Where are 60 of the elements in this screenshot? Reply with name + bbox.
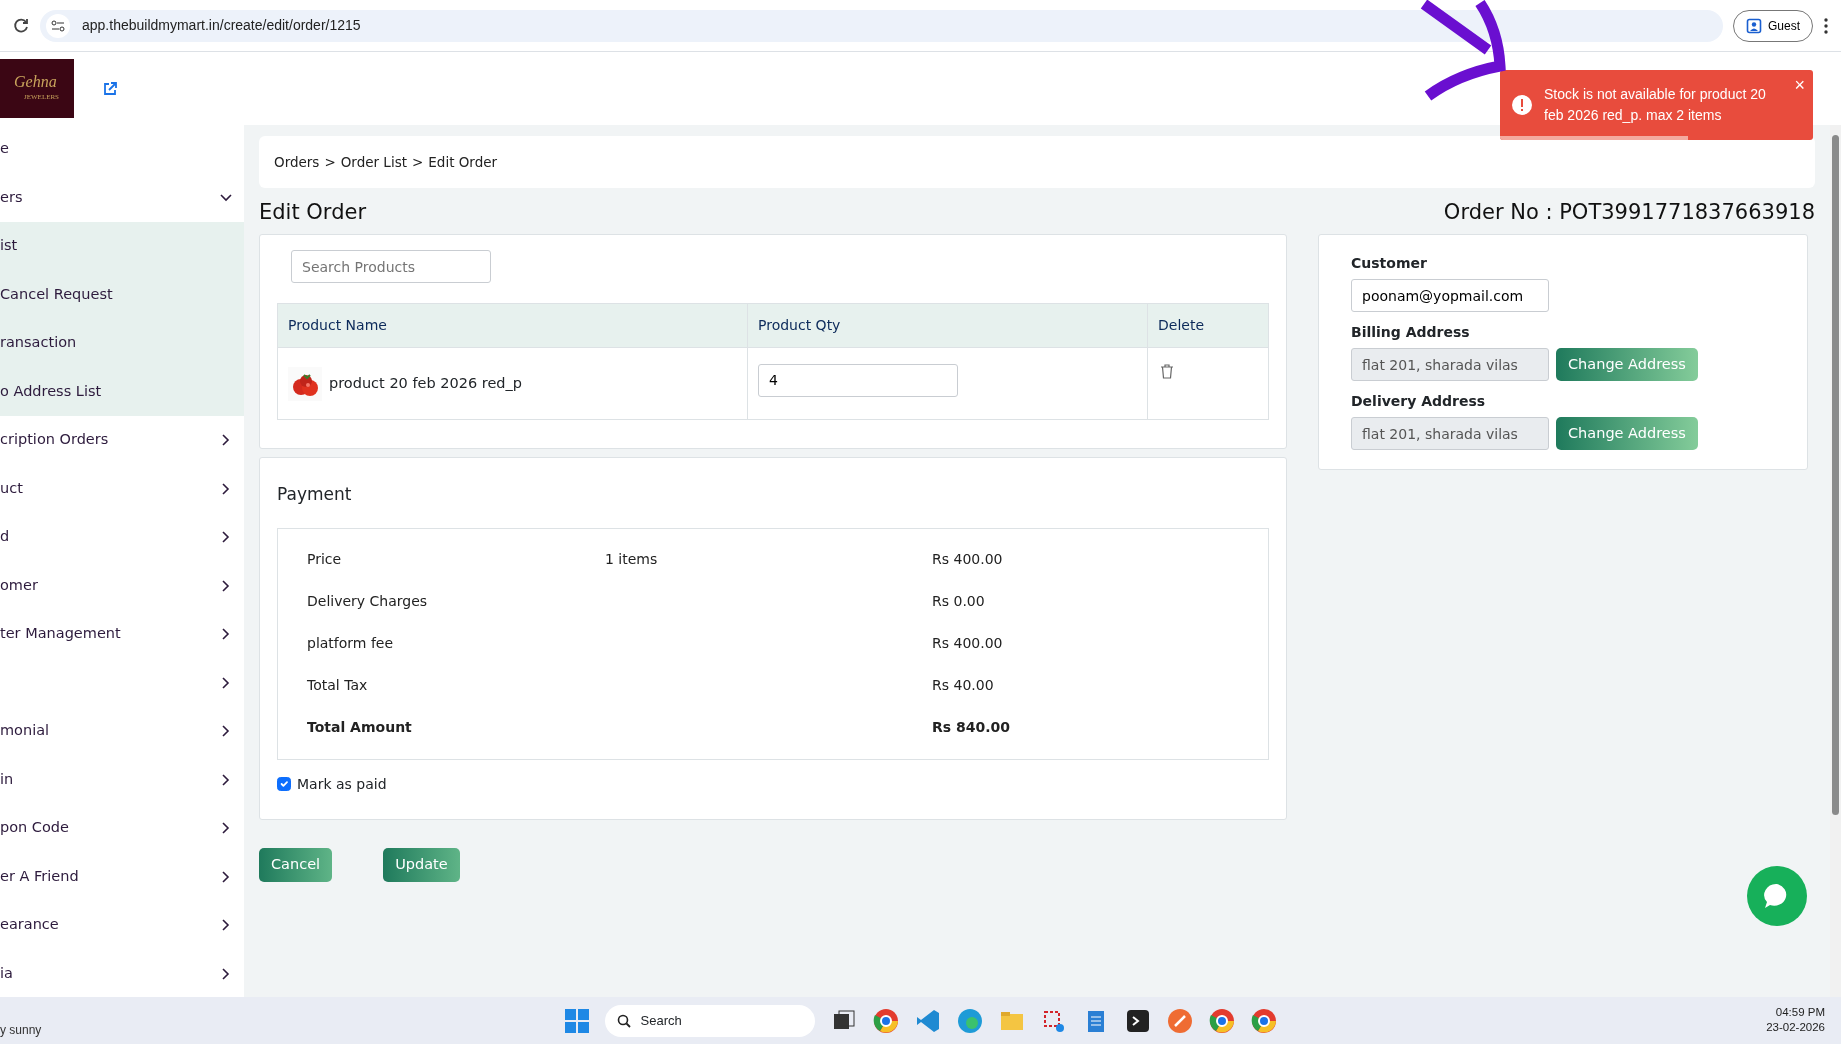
address-bar-url[interactable]: app.thebuildmymart.in/create/edit/order/1215	[82, 15, 361, 36]
payment-amount: Rs 0.00	[932, 592, 985, 611]
quantity-field[interactable]: 4	[758, 363, 958, 397]
clock-date: 23-02-2026	[1766, 1020, 1825, 1035]
order-number: Order No : POT3991771837663918	[1443, 198, 1815, 226]
weather-text: y sunny	[0, 1022, 42, 1039]
field-label: Billing Address	[1351, 323, 1471, 342]
column-header: Product Name	[277, 303, 748, 348]
payment-label: Price	[306, 550, 343, 569]
payment-label: Delivery Charges	[306, 592, 429, 611]
change-address-button[interactable]: Change Address	[1556, 348, 1698, 381]
column-header: Product Qty	[747, 303, 1148, 348]
payment-amount: Rs 840.00	[932, 718, 1010, 737]
product-name: product 20 feb 2026 red_p	[329, 373, 522, 393]
sidebar-item[interactable]: ter Management	[0, 610, 244, 659]
field-label: Customer	[1351, 254, 1428, 273]
payment-amount: Rs 400.00	[932, 550, 1003, 569]
breadcrumb-separator: >	[324, 152, 336, 172]
sidebar-item[interactable]: omer	[0, 561, 244, 610]
sidebar-subitem[interactable]: o Address List	[0, 367, 244, 416]
sidebar-subitem[interactable]: ist	[0, 222, 244, 271]
payment-label: platform fee	[306, 634, 395, 653]
breadcrumb-link[interactable]: Orders	[274, 151, 320, 173]
checkbox-label: Mark as paid	[297, 774, 387, 794]
cancel-button[interactable]: Cancel	[259, 847, 333, 882]
column-header: Delete	[1147, 303, 1269, 348]
sidebar-item[interactable]: in	[0, 755, 244, 804]
sidebar-subitem[interactable]: Cancel Request	[0, 270, 244, 319]
sidebar-item[interactable]: pon Code	[0, 804, 244, 853]
sidebar-item[interactable]: earance	[0, 901, 244, 950]
address-field[interactable]: flat 201, sharada vilas	[1351, 417, 1549, 450]
breadcrumb-link[interactable]: Order List	[340, 151, 407, 173]
sidebar-item[interactable]: monial	[0, 707, 244, 756]
taskbar-search[interactable]: Search	[604, 1004, 815, 1037]
change-address-button[interactable]: Change Address	[1556, 417, 1698, 450]
section-title: Payment	[276, 483, 353, 506]
customer-field[interactable]: poonam@yopmail.com	[1351, 279, 1549, 312]
sidebar-subitem[interactable]: ransaction	[0, 319, 244, 368]
field-label: Delivery Address	[1351, 392, 1487, 411]
sidebar-item[interactable]: e	[0, 125, 244, 174]
sidebar-item[interactable]: ia	[0, 949, 244, 997]
clock-time: 04:59 PM	[1774, 1005, 1825, 1020]
payment-amount: Rs 400.00	[932, 634, 1003, 653]
sidebar-item[interactable]: uct	[0, 464, 244, 513]
update-button[interactable]: Update	[383, 847, 460, 882]
payment-label: Total Tax	[306, 676, 369, 695]
sidebar-item[interactable]: ers	[0, 173, 244, 222]
close-button[interactable]: ×	[1794, 76, 1805, 94]
breadcrumb-separator: >	[412, 152, 424, 172]
page-title: Edit Order	[259, 198, 367, 226]
sidebar-item[interactable]: cription Orders	[0, 416, 244, 465]
item-count: 1 items	[605, 550, 659, 569]
payment-amount: Rs 40.00	[932, 676, 994, 695]
address-field[interactable]: flat 201, sharada vilas	[1351, 348, 1549, 381]
sidebar-item[interactable]: d	[0, 513, 244, 562]
search-field[interactable]: Search Products	[291, 250, 491, 283]
toast-message: Stock is not available for product 20 feb 2026 red_p. max 2 items	[1544, 85, 1767, 125]
sidebar-item[interactable]: er A Friend	[0, 852, 244, 901]
profile-button[interactable]: Guest	[1733, 9, 1813, 42]
payment-label: Total Amount	[306, 718, 413, 737]
